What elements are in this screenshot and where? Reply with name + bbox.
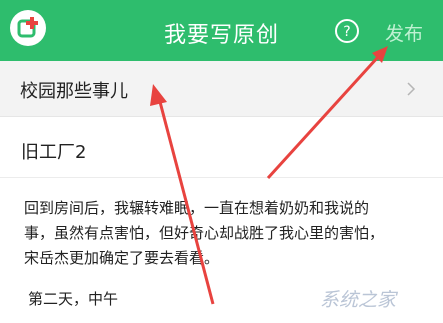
publish-button[interactable]: 发布 [385, 19, 423, 46]
svg-text:?: ? [343, 24, 350, 40]
article-title: 旧工厂2 [21, 142, 87, 163]
watermark: 系统之家 [320, 289, 397, 311]
chevron-right-icon [407, 82, 416, 96]
article-body[interactable]: 回到房间后，我辗转难眠，一直在想着奶奶和我说的 事，虽然有点害怕，但好奇心却战胜… [24, 196, 424, 271]
category-label: 校园那些事儿 [20, 81, 128, 102]
body-line: 宋岳杰更加确定了要去看看。 [24, 249, 220, 267]
article-title-field[interactable]: 旧工厂2 [0, 117, 443, 178]
body-line: 事，虽然有点害怕，但好奇心却战胜了我心里的害怕， [24, 224, 385, 242]
top-bar: 我要写原创 ? 发布 [0, 0, 443, 61]
body-next-paragraph: 第二天，中午 [28, 290, 119, 308]
category-selector[interactable]: 校园那些事儿 [0, 61, 443, 117]
body-line: 回到房间后，我辗转难眠，一直在想着奶奶和我说的 [24, 199, 370, 217]
question-circle-icon[interactable]: ? [334, 18, 360, 44]
page-title: 我要写原创 [163, 23, 279, 48]
